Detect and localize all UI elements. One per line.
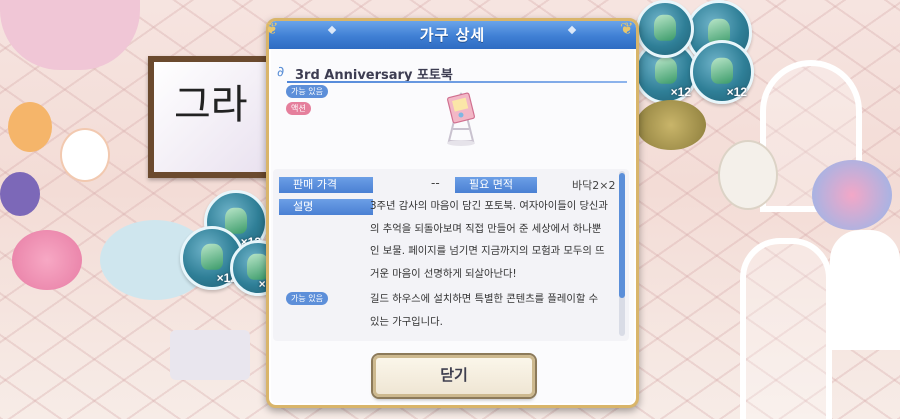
dialog-title: 가구 상세 — [419, 26, 486, 44]
resource-bubble-6[interactable]: ×12 — [690, 40, 754, 104]
description-label: 설명 — [279, 199, 373, 215]
white-fence — [830, 230, 900, 350]
plush-toy-orange — [8, 102, 52, 152]
scrollbar-thumb[interactable] — [619, 173, 625, 298]
area-value: 바닥2×2 — [572, 179, 616, 192]
heading-underline — [287, 81, 627, 83]
furniture-detail-dialog: ❦ ❦ 가구 상세 ∂ 3rd Anniversary 포토북 가능 있음 액션… — [265, 18, 639, 408]
feature-badge: 가능 있음 — [286, 292, 328, 305]
resource-count: ×12 — [670, 85, 691, 99]
price-label: 판매 가격 — [279, 177, 373, 193]
available-badge: 가능 있음 — [286, 85, 328, 98]
item-heading: ∂ 3rd Anniversary 포토북 — [277, 63, 627, 83]
gem-icon — [201, 243, 223, 270]
white-gate — [740, 238, 832, 419]
gem-icon — [654, 14, 676, 41]
photobook-thumbnail — [447, 92, 475, 146]
resource-count: ×12 — [726, 85, 747, 99]
planter-box — [170, 330, 250, 380]
close-button[interactable]: 닫기 — [373, 355, 535, 397]
balloon-cluster — [12, 230, 82, 290]
framed-painting: 그라 — [148, 56, 278, 178]
gem-icon — [711, 57, 733, 84]
plush-toy-purple — [0, 172, 40, 216]
price-value: -- — [431, 176, 440, 190]
character-sprite — [718, 140, 778, 210]
painting-text: 그라 — [174, 82, 248, 128]
curl-ornament-icon: ∂ — [277, 64, 285, 80]
resource-bubble-7[interactable] — [636, 0, 694, 58]
area-label: 필요 면적 — [455, 177, 537, 193]
gem-icon — [655, 57, 677, 84]
description-text: 3주년 감사의 마음이 담긴 포토북. 여자아이들이 당신과의 추억을 되돌아보… — [370, 200, 608, 280]
flower-bouquet — [636, 100, 706, 150]
action-badge: 액션 — [286, 102, 311, 115]
feature-text: 길드 하우스에 설치하면 특별한 콘텐츠를 플레이할 수 있는 가구입니다. — [370, 293, 599, 328]
close-button-label: 닫기 — [440, 366, 468, 384]
plush-toy-white — [60, 128, 110, 182]
balloon-cluster-right — [812, 160, 892, 230]
